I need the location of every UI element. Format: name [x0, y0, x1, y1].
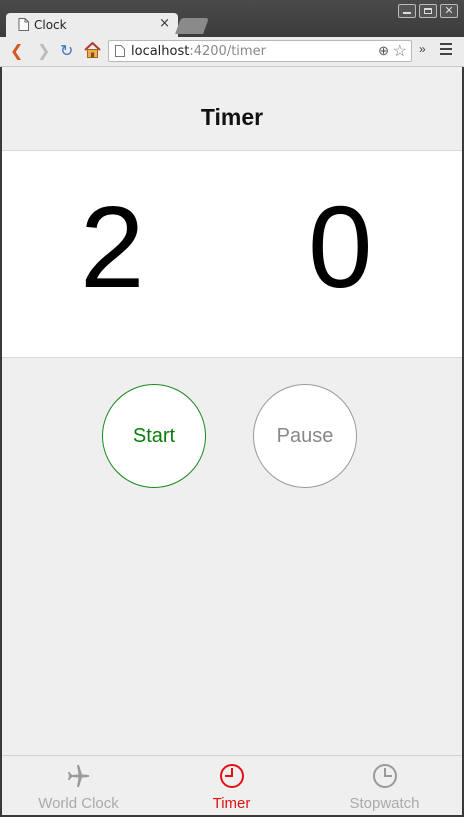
start-button[interactable]: Start	[102, 384, 206, 488]
close-window-button[interactable]: ✕	[440, 4, 458, 18]
tab-close-button[interactable]: ×	[159, 16, 170, 31]
url-text: localhost:4200/timer	[131, 44, 266, 59]
timer-right-digit[interactable]: 0	[308, 189, 373, 305]
back-icon[interactable]: ❮	[10, 41, 23, 60]
forward-icon[interactable]: ❯	[37, 41, 50, 60]
zoom-icon[interactable]: ⊕	[378, 43, 389, 59]
browser-toolbar: ❮ ❯ ↻ localhost:4200/timer ⊕ ☆ »	[0, 37, 464, 67]
extensions-overflow-icon[interactable]: »	[419, 42, 426, 56]
url-host: localhost	[131, 44, 190, 59]
window-titlebar: Clock × ✕	[0, 0, 464, 37]
address-bar[interactable]: localhost:4200/timer ⊕ ☆	[108, 40, 412, 62]
browser-tab[interactable]: Clock ×	[6, 13, 178, 37]
timer-left-digit[interactable]: 2	[80, 189, 145, 305]
tab-timer[interactable]: Timer	[155, 756, 308, 815]
timer-icon	[219, 764, 244, 788]
reload-icon[interactable]: ↻	[60, 41, 73, 60]
page-icon	[115, 45, 125, 57]
bottom-tab-bar: World Clock Timer Stopwatch	[2, 755, 462, 815]
page-title: Timer	[200, 104, 264, 130]
page-header: Timer	[2, 67, 462, 151]
menu-icon[interactable]	[440, 43, 452, 58]
minimize-button[interactable]	[398, 4, 416, 18]
tab-label: Stopwatch	[349, 795, 420, 812]
window-controls: ✕	[398, 4, 458, 18]
document-icon	[18, 18, 29, 31]
timer-page: Timer 2 0 Start Pause World Clock Timer …	[2, 67, 462, 815]
timer-display: 2 0	[2, 151, 462, 358]
new-tab-button[interactable]	[175, 18, 209, 34]
home-icon[interactable]	[84, 42, 101, 58]
stopwatch-icon	[372, 764, 397, 788]
tab-stopwatch[interactable]: Stopwatch	[308, 756, 461, 815]
tab-title: Clock	[34, 18, 67, 32]
tab-label: Timer	[212, 795, 251, 812]
pause-button[interactable]: Pause	[253, 384, 357, 488]
url-path: :4200/timer	[189, 44, 266, 59]
bookmark-star-icon[interactable]: ☆	[393, 41, 407, 61]
tab-label: World Clock	[38, 795, 119, 812]
maximize-button[interactable]	[419, 4, 437, 18]
tab-world-clock[interactable]: World Clock	[2, 756, 155, 815]
airplane-icon	[67, 765, 89, 787]
